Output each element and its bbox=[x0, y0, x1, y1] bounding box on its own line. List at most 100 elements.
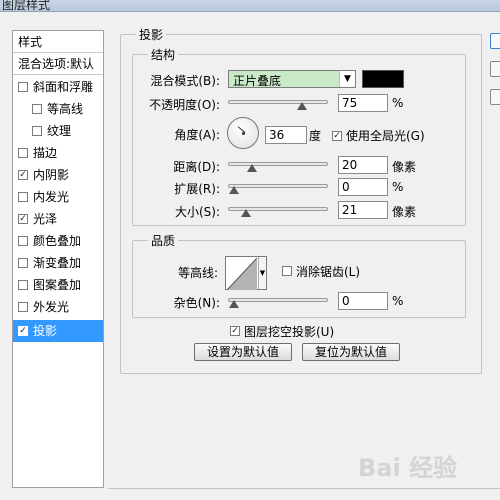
noise-slider[interactable] bbox=[228, 294, 328, 308]
contour-picker[interactable]: ▼ bbox=[225, 256, 267, 290]
styles-list-panel: 样式 混合选项:默认 斜面和浮雕 等高线 纹理 描边 ✓ 内阴影 内发光 ✓ 光… bbox=[12, 30, 104, 488]
new-style-button[interactable] bbox=[490, 89, 500, 105]
color-overlay-checkbox[interactable] bbox=[18, 236, 28, 246]
angle-dial[interactable] bbox=[227, 117, 259, 149]
noise-label: 杂色(N): bbox=[173, 296, 220, 310]
contour-checkbox[interactable] bbox=[32, 104, 42, 114]
size-label: 大小(S): bbox=[174, 205, 220, 219]
style-item-label: 内发光 bbox=[33, 190, 70, 204]
opacity-slider[interactable] bbox=[228, 96, 328, 110]
size-slider[interactable] bbox=[228, 203, 328, 217]
knockout-checkbox[interactable]: ✓ bbox=[230, 326, 240, 336]
gradient-overlay-checkbox[interactable] bbox=[18, 258, 28, 268]
divider bbox=[108, 488, 500, 489]
style-item-inner-shadow[interactable]: ✓ 内阴影 bbox=[13, 164, 103, 186]
pattern-overlay-checkbox[interactable] bbox=[18, 280, 28, 290]
outer-glow-checkbox[interactable] bbox=[18, 302, 28, 312]
styles-header[interactable]: 样式 bbox=[13, 31, 103, 53]
style-item-label: 外发光 bbox=[33, 300, 70, 314]
style-item-gradient-overlay[interactable]: 渐变叠加 bbox=[13, 252, 103, 274]
style-item-outer-glow[interactable]: 外发光 bbox=[13, 296, 103, 318]
slider-thumb[interactable] bbox=[229, 186, 239, 194]
spread-input[interactable]: 0 bbox=[338, 178, 388, 196]
slider-thumb[interactable] bbox=[229, 300, 239, 308]
set-default-button[interactable]: 设置为默认值 bbox=[194, 343, 292, 361]
blend-mode-select[interactable]: 正片叠底 ▼ bbox=[228, 70, 356, 88]
contour-label: 等高线: bbox=[177, 266, 218, 280]
slider-track bbox=[228, 100, 328, 104]
drop-shadow-checkbox[interactable]: ✓ bbox=[18, 326, 28, 336]
opacity-input[interactable]: 75 bbox=[338, 94, 388, 112]
slider-track bbox=[228, 298, 328, 302]
contour-preview-icon bbox=[227, 258, 257, 290]
chevron-down-icon[interactable]: ▼ bbox=[339, 71, 355, 87]
style-item-satin[interactable]: ✓ 光泽 bbox=[13, 208, 103, 230]
blend-mode-value: 正片叠底 bbox=[233, 74, 282, 88]
style-item-color-overlay[interactable]: 颜色叠加 bbox=[13, 230, 103, 252]
style-item-label: 投影 bbox=[33, 324, 58, 338]
quality-title: 品质 bbox=[148, 232, 179, 249]
style-item-label: 纹理 bbox=[47, 124, 72, 138]
blend-options-item[interactable]: 混合选项:默认 bbox=[13, 53, 103, 75]
shadow-color-swatch[interactable] bbox=[362, 70, 404, 88]
cancel-button[interactable] bbox=[490, 61, 500, 77]
style-item-label: 描边 bbox=[33, 146, 58, 160]
noise-unit: % bbox=[392, 294, 404, 308]
style-item-label: 光泽 bbox=[33, 212, 58, 226]
slider-thumb[interactable] bbox=[247, 164, 257, 172]
blend-mode-label: 混合模式(B): bbox=[150, 74, 220, 88]
window-titlebar: 图层样式 bbox=[0, 0, 500, 12]
angle-input[interactable]: 36 bbox=[265, 126, 307, 144]
size-input[interactable]: 21 bbox=[338, 201, 388, 219]
slider-track bbox=[228, 162, 328, 166]
knockout-label: 图层挖空投影(U) bbox=[244, 325, 335, 339]
style-item-label: 等高线 bbox=[47, 102, 84, 116]
stroke-checkbox[interactable] bbox=[18, 148, 28, 158]
structure-title: 结构 bbox=[148, 46, 179, 63]
spread-slider[interactable] bbox=[228, 180, 328, 194]
opacity-unit: % bbox=[392, 96, 404, 110]
style-item-drop-shadow[interactable]: ✓ 投影 bbox=[13, 320, 103, 342]
distance-label: 距离(D): bbox=[173, 160, 220, 174]
slider-track bbox=[228, 184, 328, 188]
style-item-label: 颜色叠加 bbox=[33, 234, 82, 248]
distance-slider[interactable] bbox=[228, 158, 328, 172]
style-item-pattern-overlay[interactable]: 图案叠加 bbox=[13, 274, 103, 296]
style-item-label: 渐变叠加 bbox=[33, 256, 82, 270]
slider-thumb[interactable] bbox=[297, 102, 307, 110]
noise-input[interactable]: 0 bbox=[338, 292, 388, 310]
style-item-label: 图案叠加 bbox=[33, 278, 82, 292]
global-light-checkbox[interactable]: ✓ bbox=[332, 131, 342, 141]
opacity-label: 不透明度(O): bbox=[149, 98, 220, 112]
global-light-label: 使用全局光(G) bbox=[346, 129, 425, 143]
style-item-stroke[interactable]: 描边 bbox=[13, 142, 103, 164]
angle-center-dot bbox=[242, 132, 245, 135]
spread-unit: % bbox=[392, 180, 404, 194]
texture-checkbox[interactable] bbox=[32, 126, 42, 136]
drop-shadow-section-title: 投影 bbox=[136, 26, 167, 43]
size-unit: 像素 bbox=[392, 205, 417, 219]
style-item-inner-glow[interactable]: 内发光 bbox=[13, 186, 103, 208]
anti-alias-checkbox[interactable] bbox=[282, 266, 292, 276]
angle-label: 角度(A): bbox=[174, 128, 220, 142]
watermark: Bai 经验 bbox=[358, 454, 458, 482]
style-item-label: 斜面和浮雕 bbox=[33, 80, 94, 94]
window-title: 图层样式 bbox=[2, 0, 51, 12]
style-item-bevel-emboss[interactable]: 斜面和浮雕 bbox=[13, 76, 103, 98]
style-item-label: 内阴影 bbox=[33, 168, 70, 182]
inner-shadow-checkbox[interactable]: ✓ bbox=[18, 170, 28, 180]
satin-checkbox[interactable]: ✓ bbox=[18, 214, 28, 224]
ok-button[interactable] bbox=[490, 33, 500, 49]
angle-unit: 度 bbox=[309, 129, 322, 143]
chevron-down-icon[interactable]: ▼ bbox=[258, 257, 266, 289]
distance-unit: 像素 bbox=[392, 160, 417, 174]
distance-input[interactable]: 20 bbox=[338, 156, 388, 174]
bevel-emboss-checkbox[interactable] bbox=[18, 82, 28, 92]
inner-glow-checkbox[interactable] bbox=[18, 192, 28, 202]
reset-default-button[interactable]: 复位为默认值 bbox=[302, 343, 400, 361]
style-item-texture[interactable]: 纹理 bbox=[13, 120, 103, 142]
anti-alias-label: 消除锯齿(L) bbox=[296, 265, 361, 279]
style-item-contour[interactable]: 等高线 bbox=[13, 98, 103, 120]
spread-label: 扩展(R): bbox=[174, 182, 220, 196]
slider-thumb[interactable] bbox=[241, 209, 251, 217]
